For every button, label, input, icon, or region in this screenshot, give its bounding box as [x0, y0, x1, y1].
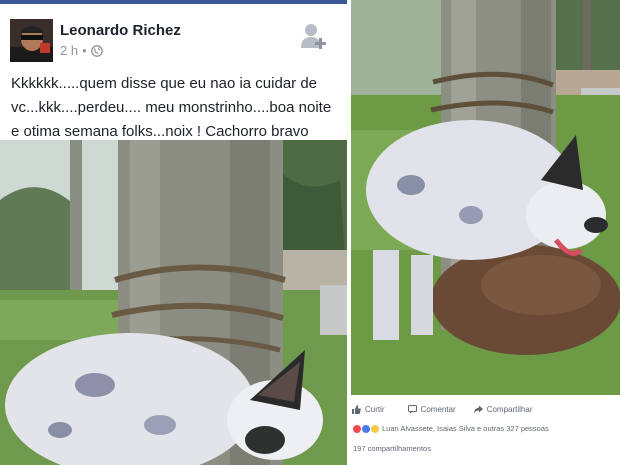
share-button[interactable]: Compartilhar [473, 404, 533, 414]
author-name[interactable]: Leonardo Richez [60, 22, 181, 39]
globe-icon [90, 44, 103, 57]
comment-button[interactable]: Comentar [407, 404, 456, 414]
avatar[interactable] [10, 19, 53, 62]
share-icon [473, 405, 483, 413]
brand-bar [0, 0, 347, 4]
meta-separator: • [82, 43, 87, 58]
post-photo-left[interactable] [0, 140, 347, 465]
reaction-icons [352, 423, 380, 434]
add-friend-icon[interactable] [301, 22, 327, 50]
photo-detail-panel: Curtir Comentar Compartilhar Luan Alvass… [351, 0, 620, 465]
post-time[interactable]: 2 h [60, 43, 78, 58]
comment-label: Comentar [420, 404, 456, 414]
like-button[interactable]: Curtir [352, 404, 385, 414]
action-bar: Curtir Comentar Compartilhar [351, 400, 620, 418]
thumbs-up-icon [352, 404, 361, 414]
haha-reaction-icon [370, 423, 380, 434]
post-photo-right[interactable] [351, 0, 620, 395]
post-text: Kkkkkk.....quem disse que eu nao ia cuid… [11, 75, 332, 140]
reactions-text: Luan Alvassete, Isaias Silva e outras 32… [382, 424, 549, 433]
post-card: Leonardo Richez 2 h • Kkkkkk.....quem di… [0, 0, 347, 465]
comment-icon [407, 404, 417, 414]
reactions-summary[interactable]: Luan Alvassete, Isaias Silva e outras 32… [351, 420, 620, 437]
like-label: Curtir [365, 404, 385, 414]
post-meta: 2 h • [60, 43, 103, 58]
shares-count[interactable]: 197 compartilhamentos [351, 441, 620, 457]
share-label: Compartilhar [486, 404, 533, 414]
